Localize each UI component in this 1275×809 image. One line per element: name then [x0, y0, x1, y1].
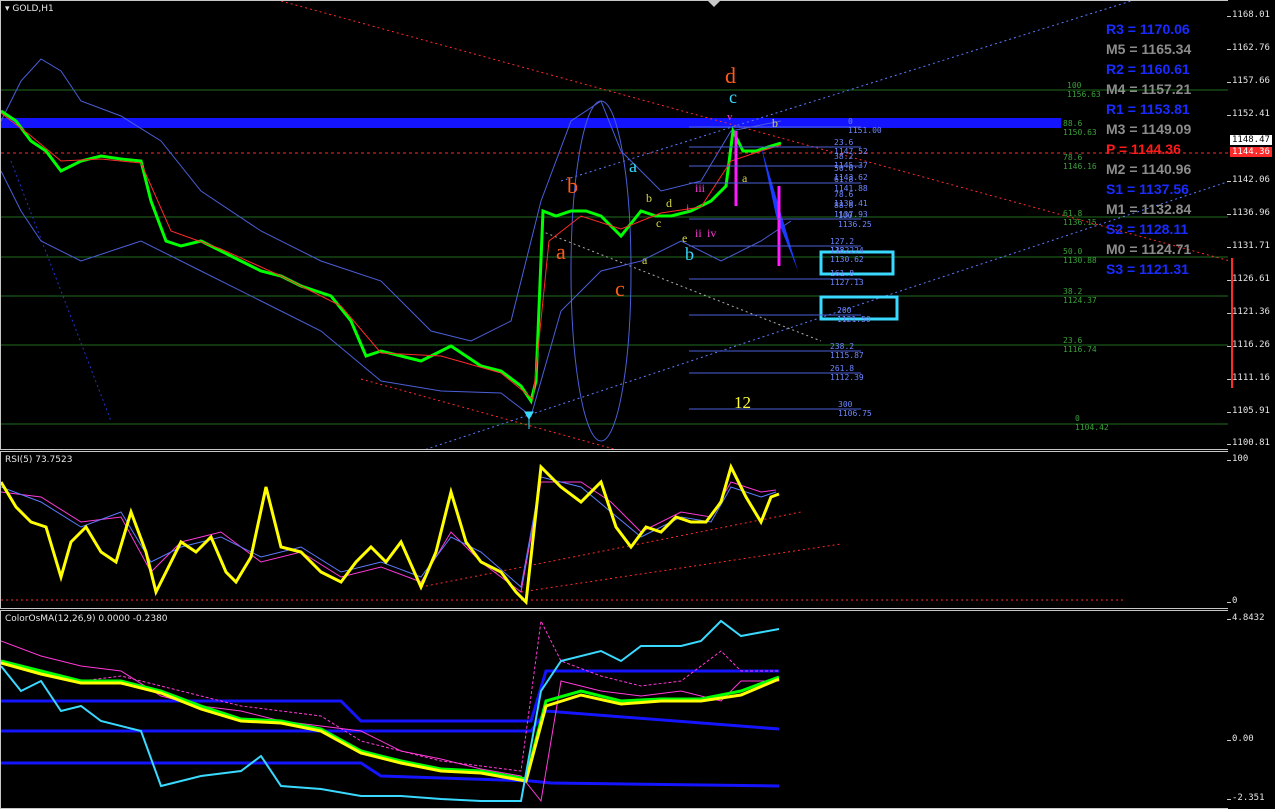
rsi-svg [1, 462, 1126, 606]
osma-tick: 0.00 [1227, 734, 1254, 744]
wave-label: iii [695, 181, 706, 195]
bid-price-label: 1144.36 [1230, 147, 1272, 157]
wave-label: a [556, 239, 566, 264]
fib-label: 238.2 1115.87 [830, 342, 864, 360]
window-title-label: GOLD,H1 [12, 4, 54, 14]
wave-label: c [656, 216, 662, 230]
wave-label: e [682, 231, 688, 245]
wave-label: d [725, 63, 736, 88]
wave-label: b [567, 173, 578, 198]
osma-tick: -2.351 [1227, 793, 1265, 803]
pivot-m0: M0 = 1124.71 [1106, 241, 1192, 257]
fib-label: 0 1151.00 [848, 117, 882, 135]
osma-title: ColorOsMA(12,26,9) 0.0000 -0.2380 [5, 614, 168, 624]
osma-axis: 4.8432 0.00 -2.351 [1227, 610, 1275, 809]
price-chart-svg [1, 1, 1228, 449]
rsi-title: RSI(5) 73.7523 [5, 455, 73, 465]
osma-tick: 4.8432 [1227, 613, 1265, 623]
wave-label: b [772, 116, 778, 130]
fib-label: 300 1106.75 [838, 400, 872, 418]
pivot-m1: M1 = 1132.84 [1106, 201, 1192, 217]
fib-label: 38.2 1124.37 [1063, 287, 1097, 305]
price-tick: 1116.26 [1227, 340, 1270, 350]
pivot-m4: M4 = 1157.21 [1106, 81, 1192, 97]
wave-label: a [742, 171, 748, 185]
wave-label: a [642, 253, 648, 267]
price-axis[interactable]: 1168.01 1162.76 1157.66 1152.41 1142.06 … [1227, 0, 1275, 450]
rsi-tick: 0 [1226, 596, 1238, 606]
fib-label: 161.8 1127.13 [830, 269, 864, 287]
wave-label: v [727, 111, 733, 123]
wave-label: iv [707, 226, 717, 240]
price-candles [1, 109, 782, 405]
fib-label: 78.6 1146.16 [1063, 153, 1097, 171]
blue-diagonal [10, 160, 112, 422]
window-title[interactable]: ▾ GOLD,H1 [5, 4, 54, 14]
price-tick: 1126.61 [1227, 274, 1270, 284]
wave-label: b [685, 244, 694, 264]
price-tick: 1136.96 [1227, 208, 1270, 218]
price-tick: 1105.91 [1227, 406, 1270, 416]
fib-label: 100 1136.25 [838, 211, 872, 229]
red-trendline [360, 378, 616, 449]
triangle-down-icon: ▾ [5, 4, 10, 14]
pivot-r2: R2 = 1160.61 [1106, 61, 1190, 77]
price-tick: 1142.06 [1227, 175, 1270, 185]
wave-label: c [615, 276, 625, 301]
red-volume-bar [1231, 258, 1233, 388]
price-tick: 1168.01 [1227, 10, 1270, 20]
rsi-tick: 100 [1226, 454, 1249, 464]
osma-pane[interactable]: ColorOsMA(12,26,9) 0.0000 -0.2380 [0, 610, 1229, 809]
osma-svg [1, 619, 780, 803]
fib-label: 0 1104.42 [1075, 414, 1109, 432]
wave-label: ii [695, 226, 702, 240]
pivot-p: P = 1144.36 [1106, 141, 1181, 157]
price-tick: 1162.76 [1227, 43, 1270, 53]
wave-label: b [646, 191, 652, 205]
current-price-label: 1148.47 [1230, 135, 1272, 145]
fib-label: 138.2 1130.62 [830, 246, 864, 264]
fib-label: 88.6 1150.63 [1063, 119, 1097, 137]
wave-label: a [629, 156, 637, 176]
pivot-band [1, 118, 1061, 128]
pivot-r3: R3 = 1170.06 [1106, 21, 1190, 37]
price-tick: 1100.81 [1227, 438, 1270, 448]
pivot-m2: M2 = 1140.96 [1106, 161, 1192, 177]
price-tick: 1157.66 [1227, 76, 1270, 86]
rsi-axis: 100 0 [1226, 451, 1275, 609]
bollinger-lower [1, 170, 792, 417]
fib-label: 261.8 1112.39 [830, 364, 864, 382]
fib-label: 100 1156.63 [1067, 81, 1101, 99]
price-tick: 1121.36 [1227, 307, 1270, 317]
pivot-s1: S1 = 1137.56 [1106, 181, 1189, 197]
arrow-up-icon [524, 411, 534, 429]
pivot-m5: M5 = 1165.34 [1106, 41, 1192, 57]
bollinger-upper [1, 58, 782, 342]
chevron-down-icon [708, 1, 720, 7]
price-tick: 1152.41 [1227, 109, 1270, 119]
fib-label: 50.0 1130.88 [1063, 247, 1097, 265]
rsi-pane[interactable]: RSI(5) 73.7523 [0, 451, 1229, 609]
wave-count: 12 [734, 393, 751, 412]
wave-label: c [729, 87, 737, 107]
pivot-m3: M3 = 1149.09 [1106, 121, 1192, 137]
fib-label: 61.8 1136.15 [1063, 209, 1097, 227]
fib-label: 200 1121.50 [837, 306, 871, 324]
pivot-s3: S3 = 1121.31 [1106, 261, 1189, 277]
wave-label: i [686, 201, 690, 215]
moving-average [1, 112, 782, 400]
pivot-s2: S2 = 1128.11 [1106, 221, 1189, 237]
price-tick: 1111.16 [1227, 373, 1270, 383]
price-tick: 1131.71 [1227, 241, 1270, 251]
pivot-r1: R1 = 1153.81 [1106, 101, 1190, 117]
rsi-line [1, 462, 780, 606]
fib-label: 23.6 1116.74 [1063, 336, 1097, 354]
osma-cyan-line [1, 619, 780, 802]
price-chart-pane[interactable]: ▾ GOLD,H1 0 1151.00 23.6 1147.52 38.2 11… [0, 0, 1229, 450]
wave-label: d [666, 196, 672, 210]
